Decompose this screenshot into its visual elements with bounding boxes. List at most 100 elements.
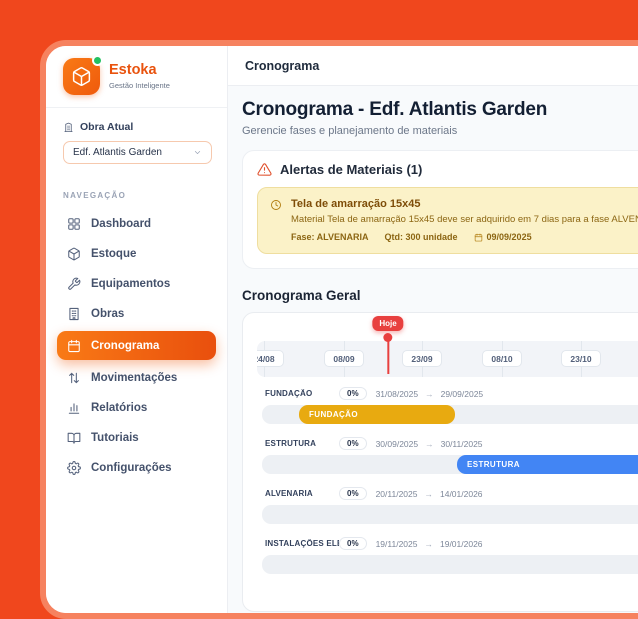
sidebar-item-label: Obras [91,308,124,320]
start-date: 30/09/2025 [376,439,419,449]
end-date: 29/09/2025 [441,389,484,399]
material-alert-fase: Fase: ALVENARIA [291,232,369,242]
start-date: 31/08/2025 [376,389,419,399]
timeline-row: FUNDAÇÃO0%31/08/2025→29/09/2025FUNDAÇÃO [262,387,638,424]
page-subtitle: Gerencie fases e planejamento de materia… [242,125,638,137]
timeline-rows: FUNDAÇÃO0%31/08/2025→29/09/2025FUNDAÇÃOE… [262,387,638,574]
box-icon [67,247,81,261]
phase-dates: 20/11/2025→14/01/2026 [376,489,483,499]
sidebar-item-equipamentos[interactable]: Equipamentos [57,269,216,298]
material-alert-item: Tela de amarração 15x45 Material Tela de… [257,187,638,254]
sidebar-item-label: Estoque [91,248,136,260]
estoka-logo-icon [63,58,100,95]
phase-dates: 30/09/2025 → 30/11/2025 [376,439,483,449]
sidebar-item-dashboard[interactable]: Dashboard [57,209,216,238]
chevron-down-icon [193,148,202,157]
timeline-track [262,505,638,524]
progress-badge: 0% [339,487,367,500]
calendar-icon [67,339,81,353]
sidebar-item-label: Tutoriais [91,432,139,444]
phase-dates: 19/11/2025→19/01/2026 [376,539,483,549]
sidebar-item-label: Dashboard [91,218,151,230]
bar-chart-icon [67,401,81,415]
timeline-track: FUNDAÇÃO [262,405,638,424]
obra-select[interactable]: Edf. Atlantis Garden [63,141,212,164]
building-icon [67,307,81,321]
timeline-section-title: Cronograma Geral [242,288,638,303]
material-alert-date: 09/09/2025 [487,232,532,242]
sidebar-item-configuracoes[interactable]: Configurações [57,453,216,482]
obra-select-value: Edf. Atlantis Garden [73,147,162,158]
axis-date-label: 08/10 [482,350,522,367]
progress-badge: 0% [339,537,367,550]
arrow-right-icon: → [424,489,433,499]
sidebar-item-label: Equipamentos [91,278,170,290]
phase-dates: 31/08/2025 → 29/09/2025 [376,389,484,399]
progress-badge: 0% [339,387,367,400]
timeline-row-head: FUNDAÇÃO0% 31/08/2025 → 29/09/2025 [265,387,638,400]
timeline-row-head: INSTALAÇÕES ELÉ...0%19/11/2025→19/01/202… [265,537,638,550]
today-label: Hoje [372,316,403,331]
material-alert-name: Tela de amarração 15x45 [291,198,638,210]
arrow-right-icon: → [425,439,434,449]
material-alert-date-row: 09/09/2025 [474,232,532,242]
phase-name: ESTRUTURA [265,439,339,448]
timeline-row-head: ALVENARIA0% 20/11/2025→14/01/2026 [265,487,638,500]
sidebar-item-obras[interactable]: Obras [57,299,216,328]
sidebar-item-movimentacoes[interactable]: Movimentações [57,363,216,392]
tool-icon [67,277,81,291]
page-content: Cronograma - Edf. Atlantis Garden Gerenc… [228,86,638,613]
warning-triangle-icon [257,162,272,177]
end-date: 30/11/2025 [441,439,483,449]
timeline-track [262,555,638,574]
sidebar-item-label: Configurações [91,462,172,474]
material-alert-qty: Qtd: 300 unidade [385,232,458,242]
arrows-updown-icon [67,371,81,385]
obra-atual-label: Obra Atual [80,121,133,133]
axis-date-label: 08/09 [324,350,364,367]
timeline-track: ESTRUTURA [262,455,638,474]
phase-name: INSTALAÇÕES ELÉ... [265,539,339,548]
topbar-title: Cronograma [245,59,319,73]
phase-bar[interactable]: FUNDAÇÃO [299,405,455,424]
sidebar-item-estoque[interactable]: Estoque [57,239,216,268]
gear-icon [67,461,81,475]
sidebar: Estoka Gestão Inteligente Obra Atual Edf… [46,46,228,613]
book-icon [67,431,81,445]
material-alert-description: Material Tela de amarração 15x45 deve se… [291,214,638,225]
phase-name: ALVENARIA [265,489,339,498]
app-window: Estoka Gestão Inteligente Obra Atual Edf… [40,40,638,619]
sidebar-item-cronograma[interactable]: Cronograma [57,331,216,360]
brand: Estoka Gestão Inteligente [46,46,227,107]
calendar-small-icon [474,233,483,242]
timeline-row-head: ESTRUTURA0% 30/09/2025 → 30/11/2025 [265,437,638,450]
main-area: Cronograma Cronograma - Edf. Atlantis Ga… [228,46,638,613]
sidebar-item-label: Cronograma [91,340,159,352]
timeline-axis: 24/0808/0923/0908/1023/10 [257,341,638,377]
timeline-card: Hoje 24/0808/0923/0908/1023/10 FUNDAÇÃO0… [242,312,638,612]
brand-name: Estoka [109,63,170,78]
sidebar-item-label: Movimentações [91,372,177,384]
phase-name: FUNDAÇÃO [265,389,339,398]
material-alert-meta: Fase: ALVENARIA Qtd: 300 unidade 09/09/2… [291,232,638,242]
today-line [387,341,389,374]
progress-badge: 0% [339,437,367,450]
start-date: 19/11/2025 [376,539,418,549]
timeline-row: ESTRUTURA0%30/09/2025→30/11/2025ESTRUTUR… [262,437,638,474]
phase-bar[interactable]: ESTRUTURA [457,455,638,474]
sidebar-item-relatorios[interactable]: Relatórios [57,393,216,422]
brand-tagline: Gestão Inteligente [109,81,170,90]
axis-date-label: 24/08 [257,350,284,367]
today-marker: Hoje [372,316,403,374]
material-alerts-header: Alertas de Materiais (1) [257,162,638,177]
timeline-row: ALVENARIA0% 20/11/2025→14/01/2026 [262,487,638,524]
sidebar-item-tutoriais[interactable]: Tutoriais [57,423,216,452]
page-title: Cronograma - Edf. Atlantis Garden [242,99,638,121]
axis-date-label: 23/09 [402,350,442,367]
material-alert-body: Tela de amarração 15x45 Material Tela de… [291,198,638,242]
arrow-right-icon: → [424,539,433,549]
obra-atual-label-row: Obra Atual [63,121,212,133]
building-small-icon [63,122,74,133]
timeline-row: INSTALAÇÕES ELÉ...0%19/11/2025→19/01/202… [262,537,638,574]
arrow-right-icon: → [425,389,434,399]
